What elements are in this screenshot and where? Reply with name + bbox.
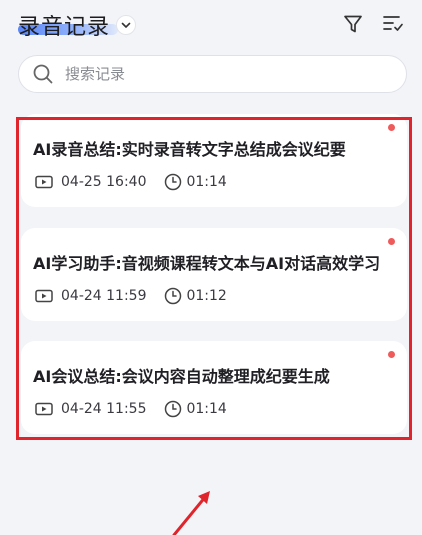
list-item[interactable]: AI会议总结:会议内容自动整理成纪要生成 04-24 11:55 01:14 (21, 341, 407, 434)
record-meta: 04-25 16:40 01:14 (35, 172, 227, 192)
chevron-down-icon[interactable] (116, 15, 137, 35)
record-title: AI录音总结:实时录音转文字总结成会议纪要 (33, 140, 346, 159)
video-icon (35, 287, 53, 305)
pointer-arrow (172, 491, 210, 535)
record-duration: 01:12 (186, 288, 227, 304)
record-meta: 04-24 11:55 01:14 (35, 399, 227, 419)
video-icon (35, 173, 53, 191)
unread-dot (388, 351, 395, 358)
record-title: AI学习助手:音视频课程转文本与AI对话高效学习 (33, 254, 381, 273)
search-icon (33, 64, 53, 84)
record-title: AI会议总结:会议内容自动整理成纪要生成 (33, 367, 330, 386)
header: 录音记录 (0, 0, 422, 50)
clock-icon (164, 173, 182, 191)
record-date: 04-24 11:55 (61, 401, 147, 417)
record-list: AI录音总结:实时录音转文字总结成会议纪要 04-25 16:40 01:14 … (16, 114, 412, 440)
multi-select-icon[interactable] (381, 12, 405, 36)
record-duration: 01:14 (186, 401, 227, 417)
list-item[interactable]: AI学习助手:音视频课程转文本与AI对话高效学习 04-24 11:59 01:… (21, 228, 407, 321)
record-date: 04-25 16:40 (61, 174, 147, 190)
title-dropdown[interactable]: 录音记录 (18, 9, 137, 41)
list-item[interactable]: AI录音总结:实时录音转文字总结成会议纪要 04-25 16:40 01:14 (21, 114, 407, 207)
search-bar[interactable] (18, 55, 407, 93)
unread-dot (388, 238, 395, 245)
search-input[interactable] (65, 65, 365, 83)
record-duration: 01:14 (186, 174, 227, 190)
video-icon (35, 400, 53, 418)
filter-icon[interactable] (341, 12, 365, 36)
page-title[interactable]: 录音记录 (18, 9, 110, 41)
record-meta: 04-24 11:59 01:12 (35, 286, 227, 306)
unread-dot (388, 124, 395, 131)
clock-icon (164, 287, 182, 305)
clock-icon (164, 400, 182, 418)
record-date: 04-24 11:59 (61, 288, 147, 304)
